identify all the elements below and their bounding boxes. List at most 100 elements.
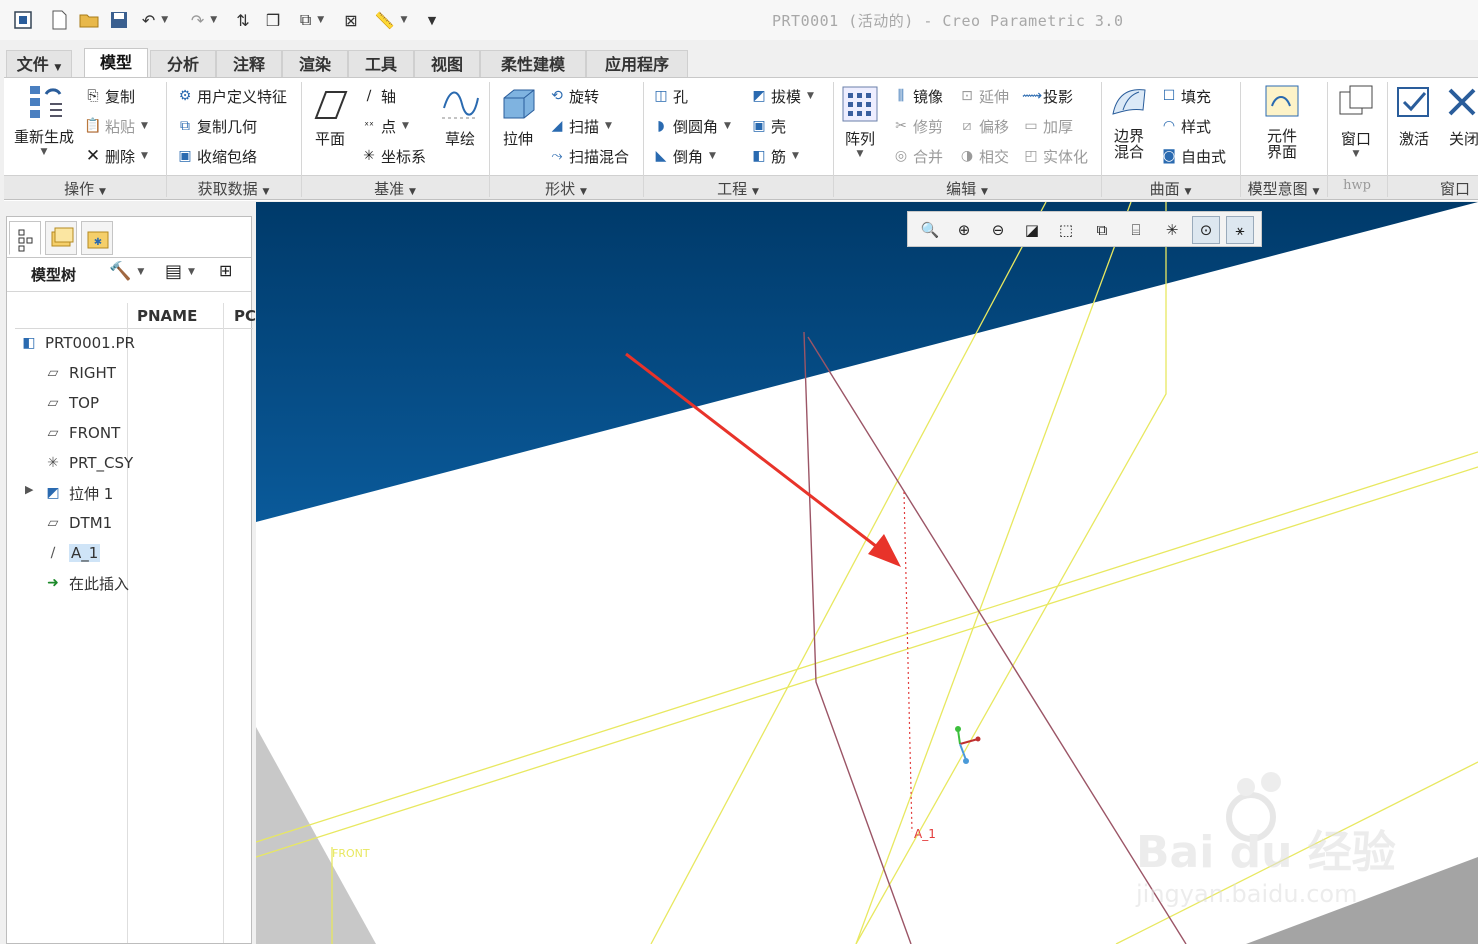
tab-folder-browser[interactable] <box>45 221 77 255</box>
udf-button[interactable]: ⚙ 用户定义特征 <box>176 84 287 108</box>
tree-item-dtm1[interactable]: ▱ DTM1 <box>43 511 113 535</box>
datum-axis-a1[interactable] <box>903 491 913 833</box>
boundary-blend-button[interactable]: 边界混合 <box>1108 84 1150 160</box>
tab-flexible-modeling[interactable]: 柔性建模 <box>480 50 586 77</box>
draft-button[interactable]: ◩ 拔模 ▼ <box>750 84 814 108</box>
save-icon[interactable] <box>108 9 130 31</box>
window-title: PRT0001 (活动的) - Creo Parametric 3.0 <box>772 12 1124 30</box>
sketch-button[interactable]: 草绘 <box>438 84 482 149</box>
column-pc[interactable]: PC <box>234 307 256 325</box>
project-button[interactable]: ⟿ 投影 <box>1022 84 1073 108</box>
csys-button[interactable]: ✳ 坐标系 <box>360 144 426 168</box>
activate-button[interactable]: 激活 <box>1392 84 1436 149</box>
paste-button[interactable]: 📋 粘贴 ▼ <box>84 114 148 138</box>
rib-button[interactable]: ◧ 筋 ▼ <box>750 144 799 168</box>
undo-icon[interactable]: ↶ ▼ <box>138 9 172 31</box>
windows-icon[interactable]: ❒ <box>262 9 284 31</box>
tree-item-csys[interactable]: ✳ PRT_CSY <box>43 451 133 475</box>
revolve-button[interactable]: ⟲ 旋转 <box>548 84 599 108</box>
tree-item-part[interactable]: ◧ PRT0001.PR <box>19 331 135 355</box>
delete-button[interactable]: ✕ 删除 ▼ <box>84 144 148 168</box>
extrude-button[interactable]: 拉伸 <box>496 84 540 149</box>
datum-display-icon[interactable]: ✳ <box>1158 216 1186 244</box>
tab-favorites[interactable]: ✱ <box>81 221 113 255</box>
group-label-model-intent[interactable]: 模型意图 ▼ <box>1240 178 1327 199</box>
thicken-button[interactable]: ▭ 加厚 <box>1022 114 1073 138</box>
open-icon[interactable] <box>78 9 102 31</box>
measure-icon[interactable]: 📏 ▼ <box>370 9 412 31</box>
hwp-window-button[interactable]: 窗口 ▼ <box>1333 84 1379 159</box>
group-label-operations[interactable]: 操作 ▼ <box>4 178 166 199</box>
group-label-datum[interactable]: 基准 ▼ <box>301 178 489 199</box>
windows-list-icon[interactable]: ⧉ ▼ <box>292 9 332 31</box>
saved-views-icon[interactable]: ⧉ <box>1088 216 1116 244</box>
tab-view[interactable]: 视图 <box>414 50 480 77</box>
new-icon[interactable] <box>48 9 70 31</box>
refit-icon[interactable]: 🔍 <box>916 216 944 244</box>
tab-file[interactable]: 文件 ▼ <box>6 50 72 77</box>
tree-item-top[interactable]: ▱ TOP <box>43 391 99 415</box>
component-interface-button[interactable]: 元件界面 <box>1258 84 1306 160</box>
column-pname[interactable]: PNAME <box>137 307 197 325</box>
settings-dropdown[interactable]: 🔨 ▼ <box>109 261 144 282</box>
tree-item-insert-here[interactable]: ➜ 在此插入 <box>43 571 129 595</box>
tree-filter-icon[interactable]: ⊞ <box>219 261 232 280</box>
group-label-get-data[interactable]: 获取数据 ▼ <box>166 178 301 199</box>
copy-button[interactable]: ⎘ 复制 <box>84 84 135 108</box>
style-button[interactable]: ◠ 样式 <box>1160 114 1211 138</box>
fill-button[interactable]: ☐ 填充 <box>1160 84 1211 108</box>
tab-render[interactable]: 渲染 <box>282 50 348 77</box>
tree-item-front[interactable]: ▱ FRONT <box>43 421 121 445</box>
group-label-engineering[interactable]: 工程 ▼ <box>643 178 833 199</box>
group-label-shapes[interactable]: 形状 ▼ <box>489 178 643 199</box>
mirror-button[interactable]: ⫼ 镜像 <box>892 84 943 108</box>
annotation-display-icon[interactable]: ⚹ <box>1226 216 1254 244</box>
tree-item-axis[interactable]: ∕ A_1 <box>43 541 101 565</box>
regenerate-button[interactable]: 重新生成 ▼ <box>12 82 76 157</box>
trim-button[interactable]: ✂ 修剪 <box>892 114 943 138</box>
expand-arrow-icon[interactable]: ▶ <box>25 483 33 496</box>
regenerate-icon[interactable]: ⇅ <box>232 9 254 31</box>
tab-model[interactable]: 模型 <box>84 48 148 78</box>
merge-button[interactable]: ◎ 合并 <box>892 144 943 168</box>
tab-model-tree[interactable] <box>9 221 41 255</box>
round-button[interactable]: ◗ 倒圆角 ▼ <box>652 114 731 138</box>
swept-blend-button[interactable]: ⤳ 扫描混合 <box>548 144 629 168</box>
freestyle-button[interactable]: ◙ 自由式 <box>1160 144 1226 168</box>
pattern-button[interactable]: 阵列 ▼ <box>840 84 880 159</box>
zoom-in-icon[interactable]: ⊕ <box>950 216 978 244</box>
hole-button[interactable]: ◫ 孔 <box>652 84 688 108</box>
group-label-surfaces[interactable]: 曲面 ▼ <box>1101 178 1240 199</box>
spin-center-icon[interactable]: ⊙ <box>1192 216 1220 244</box>
copy-geometry-button[interactable]: ⧉ 复制几何 <box>176 114 257 138</box>
sweep-button[interactable]: ◢ 扫描 ▼ <box>548 114 612 138</box>
offset-button[interactable]: ⧄ 偏移 <box>958 114 1009 138</box>
repaint-icon[interactable]: ◪ <box>1018 216 1046 244</box>
app-icon[interactable] <box>12 9 34 31</box>
tree-item-extrude[interactable]: ◩ 拉伸 1 <box>43 481 113 505</box>
shrinkwrap-button[interactable]: ▣ 收缩包络 <box>176 144 257 168</box>
solidify-button[interactable]: ◰ 实体化 <box>1022 144 1088 168</box>
chamfer-button[interactable]: ◣ 倒角 ▼ <box>652 144 716 168</box>
tab-tools[interactable]: 工具 <box>348 50 414 77</box>
intersect-button[interactable]: ◑ 相交 <box>958 144 1009 168</box>
shell-button[interactable]: ▣ 壳 <box>750 114 786 138</box>
axis-button[interactable]: ∕ 轴 <box>360 84 396 108</box>
tab-applications[interactable]: 应用程序 <box>586 50 688 77</box>
plane-button[interactable]: 平面 <box>308 84 352 149</box>
redo-icon[interactable]: ↷ ▼ <box>186 9 222 31</box>
show-dropdown[interactable]: ▤ ▼ <box>165 261 195 282</box>
close-button[interactable]: 关闭 <box>1444 84 1478 149</box>
extend-button[interactable]: ⊡ 延伸 <box>958 84 1009 108</box>
display-style-icon[interactable]: ⬚ <box>1052 216 1080 244</box>
tree-item-right[interactable]: ▱ RIGHT <box>43 361 116 385</box>
point-button[interactable]: ˣˣ 点 ▼ <box>360 114 409 138</box>
group-label-editing[interactable]: 编辑 ▼ <box>833 178 1101 199</box>
customize-icon[interactable]: ▼ <box>422 9 442 31</box>
close-window-icon[interactable]: ⊠ <box>340 9 362 31</box>
zoom-out-icon[interactable]: ⊖ <box>984 216 1012 244</box>
tab-annotate[interactable]: 注释 <box>216 50 282 77</box>
graphics-window[interactable]: A_1 FRONT Bai du 经验 jingyan.baidu.com <box>256 202 1478 944</box>
tab-analysis[interactable]: 分析 <box>150 50 216 77</box>
view-manager-icon[interactable]: ⌸ <box>1122 216 1150 244</box>
